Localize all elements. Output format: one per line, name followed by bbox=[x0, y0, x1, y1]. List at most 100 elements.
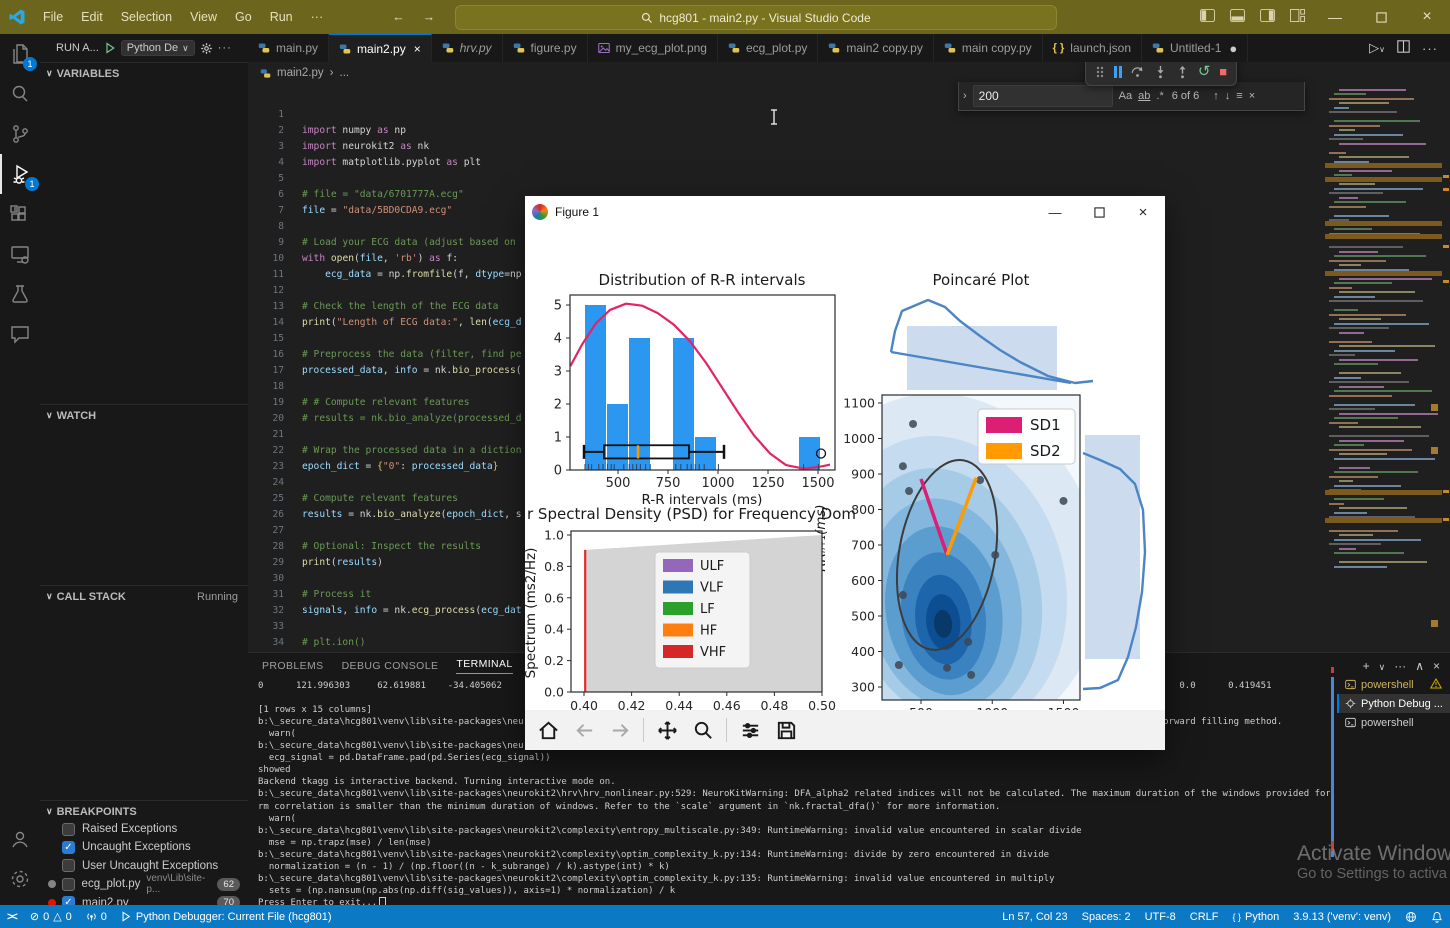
section-header-watch[interactable]: ∨WATCH bbox=[40, 404, 248, 426]
menu-item-edit[interactable]: Edit bbox=[72, 10, 112, 24]
layout-customize-icon[interactable] bbox=[1282, 9, 1312, 25]
match-case-icon[interactable]: Aa bbox=[1119, 90, 1132, 102]
ports-indicator[interactable]: 0 bbox=[79, 911, 114, 923]
menu-item-[interactable]: ··· bbox=[302, 10, 333, 24]
find-close-icon[interactable]: × bbox=[1249, 90, 1255, 102]
panel-close-icon[interactable]: × bbox=[1433, 659, 1440, 673]
debug-drag-handle-icon[interactable] bbox=[1095, 65, 1105, 79]
tab-launch-json[interactable]: { }launch.json bbox=[1043, 34, 1142, 62]
tab-main-py[interactable]: main.py bbox=[248, 34, 329, 62]
panel-tab-debug-console[interactable]: DEBUG CONSOLE bbox=[342, 660, 439, 672]
debug-pause-icon[interactable] bbox=[1114, 66, 1122, 78]
mpl-forward-icon[interactable] bbox=[607, 717, 633, 743]
mpl-home-icon[interactable] bbox=[535, 717, 561, 743]
sidebar-more-actions-icon[interactable]: ··· bbox=[218, 42, 232, 54]
matplotlib-figure-window[interactable]: Figure 1 — × 012345500750100012501500Dis… bbox=[525, 196, 1165, 750]
find-next-icon[interactable]: ↓ bbox=[1225, 90, 1231, 102]
tab-main-copy-py[interactable]: main copy.py bbox=[934, 34, 1043, 62]
toggle-secondary-sidebar-icon[interactable] bbox=[1252, 9, 1282, 25]
debug-status[interactable]: Python Debugger: Current File (hcg801) bbox=[114, 911, 339, 923]
activity-extensions[interactable] bbox=[0, 194, 40, 234]
tab-main2-py[interactable]: main2.py× bbox=[329, 34, 432, 62]
breakpoint-uncaught-exceptions[interactable]: ✓Uncaught Exceptions bbox=[40, 838, 270, 856]
status-utf-8[interactable]: UTF-8 bbox=[1138, 911, 1183, 923]
breadcrumb-file[interactable]: main2.py bbox=[277, 67, 324, 79]
nav-back-icon[interactable]: ← bbox=[392, 10, 405, 24]
tab-hrv-py[interactable]: hrv.py bbox=[432, 34, 503, 62]
new-terminal-icon[interactable]: + bbox=[1363, 659, 1370, 673]
find-input[interactable] bbox=[973, 85, 1113, 107]
terminal-instance-python-debug[interactable]: Python Debug ... bbox=[1337, 694, 1450, 713]
mpl-back-icon[interactable] bbox=[571, 717, 597, 743]
menu-item-go[interactable]: Go bbox=[226, 10, 261, 24]
breakpoint-raised-exceptions[interactable]: Raised Exceptions bbox=[40, 820, 270, 838]
figure-close-button[interactable]: × bbox=[1121, 196, 1165, 228]
panel-tab-terminal[interactable]: TERMINAL bbox=[456, 658, 512, 674]
tab-close-icon[interactable]: × bbox=[414, 42, 421, 56]
minimap[interactable] bbox=[1325, 62, 1442, 652]
activity-chat[interactable] bbox=[0, 314, 40, 354]
breadcrumb-more[interactable]: ... bbox=[340, 67, 350, 79]
breakpoint-checkbox[interactable] bbox=[62, 823, 75, 836]
debug-stop-icon[interactable]: ■ bbox=[1219, 65, 1227, 78]
panel-tab-problems[interactable]: PROBLEMS bbox=[262, 660, 324, 672]
breakpoint-user-uncaught-exceptions[interactable]: User Uncaught Exceptions bbox=[40, 857, 270, 875]
window-maximize-button[interactable] bbox=[1358, 0, 1404, 34]
tab-untitled-1[interactable]: Untitled-1● bbox=[1142, 34, 1248, 62]
toggle-sidebar-icon[interactable] bbox=[1192, 9, 1222, 25]
account-icon[interactable] bbox=[0, 819, 40, 859]
find-expand-icon[interactable]: › bbox=[963, 90, 967, 102]
section-header-variables[interactable]: ∨VARIABLES bbox=[40, 62, 248, 84]
section-header-breakpoints[interactable]: ∨BREAKPOINTS bbox=[40, 800, 248, 822]
menu-item-selection[interactable]: Selection bbox=[112, 10, 181, 24]
debug-restart-icon[interactable]: ↺ bbox=[1198, 64, 1211, 79]
breakpoint-checkbox[interactable] bbox=[62, 859, 75, 872]
status-crlf[interactable]: CRLF bbox=[1183, 911, 1226, 923]
window-close-button[interactable]: × bbox=[1404, 0, 1450, 34]
debug-config-dropdown[interactable]: Python De∨ bbox=[121, 40, 195, 56]
find-widget[interactable]: › Aa ab .* 6 of 6 ↑ ↓ ≡ × bbox=[958, 82, 1305, 111]
debug-step-over-icon[interactable] bbox=[1130, 65, 1145, 79]
terminal-more-icon[interactable]: ··· bbox=[1394, 659, 1406, 673]
command-search-box[interactable]: hcg801 - main2.py - Visual Studio Code bbox=[455, 5, 1057, 30]
run-python-file-button[interactable]: ▷∨ bbox=[1369, 40, 1385, 56]
breakpoint-ecg-plot-py[interactable]: ecg_plot.pyvenv\Lib\site-p...62 bbox=[40, 875, 248, 893]
activity-run-and-debug[interactable]: 1 bbox=[0, 154, 42, 194]
activity-remote-explorer[interactable] bbox=[0, 234, 40, 274]
toggle-panel-icon[interactable] bbox=[1222, 9, 1252, 25]
find-previous-icon[interactable]: ↑ bbox=[1213, 90, 1219, 102]
mpl-save-icon[interactable] bbox=[773, 717, 799, 743]
mpl-pan-icon[interactable] bbox=[654, 717, 680, 743]
status-3-9-13[interactable]: 3.9.13 ('venv': venv) bbox=[1286, 911, 1398, 923]
debug-step-into-icon[interactable] bbox=[1154, 65, 1167, 79]
menu-item-view[interactable]: View bbox=[181, 10, 226, 24]
nav-forward-icon[interactable]: → bbox=[423, 10, 436, 24]
terminal-instance-powershell[interactable]: powershell bbox=[1337, 675, 1450, 694]
regex-icon[interactable]: .* bbox=[1156, 90, 1163, 102]
figure-minimize-button[interactable]: — bbox=[1033, 196, 1077, 228]
figure-maximize-button[interactable] bbox=[1077, 196, 1121, 228]
gear-icon[interactable] bbox=[200, 42, 213, 55]
menu-item-file[interactable]: File bbox=[34, 10, 72, 24]
split-editor-icon[interactable] bbox=[1397, 40, 1410, 56]
window-minimize-button[interactable]: — bbox=[1312, 0, 1358, 34]
tab-ecg-plot-py[interactable]: ecg_plot.py bbox=[718, 34, 818, 62]
status-python[interactable]: { }Python bbox=[1225, 911, 1286, 923]
breadcrumb[interactable]: main2.py › ... bbox=[260, 62, 349, 84]
settings-gear-icon[interactable] bbox=[0, 859, 40, 899]
status-ln[interactable]: Ln 57, Col 23 bbox=[995, 911, 1074, 923]
editor-more-actions-icon[interactable]: ··· bbox=[1422, 41, 1438, 56]
terminal-launch-chevron-icon[interactable]: ∨ bbox=[1379, 659, 1386, 673]
terminal-instance-powershell[interactable]: powershell bbox=[1337, 713, 1450, 732]
menu-item-run[interactable]: Run bbox=[261, 10, 302, 24]
tab-figure-py[interactable]: figure.py bbox=[503, 34, 588, 62]
problems-indicator[interactable]: ⊘0 △0 bbox=[23, 910, 79, 923]
activity-search[interactable] bbox=[0, 74, 40, 114]
debug-step-out-icon[interactable] bbox=[1176, 65, 1189, 79]
activity-source-control[interactable] bbox=[0, 114, 40, 154]
activity-explorer[interactable]: 1 bbox=[0, 34, 40, 74]
breakpoint-checkbox[interactable]: ✓ bbox=[62, 841, 75, 854]
panel-maximize-icon[interactable]: ∧ bbox=[1415, 659, 1424, 673]
section-header-call-stack[interactable]: ∨CALL STACKRunning bbox=[40, 585, 248, 607]
mpl-zoom-icon[interactable] bbox=[690, 717, 716, 743]
